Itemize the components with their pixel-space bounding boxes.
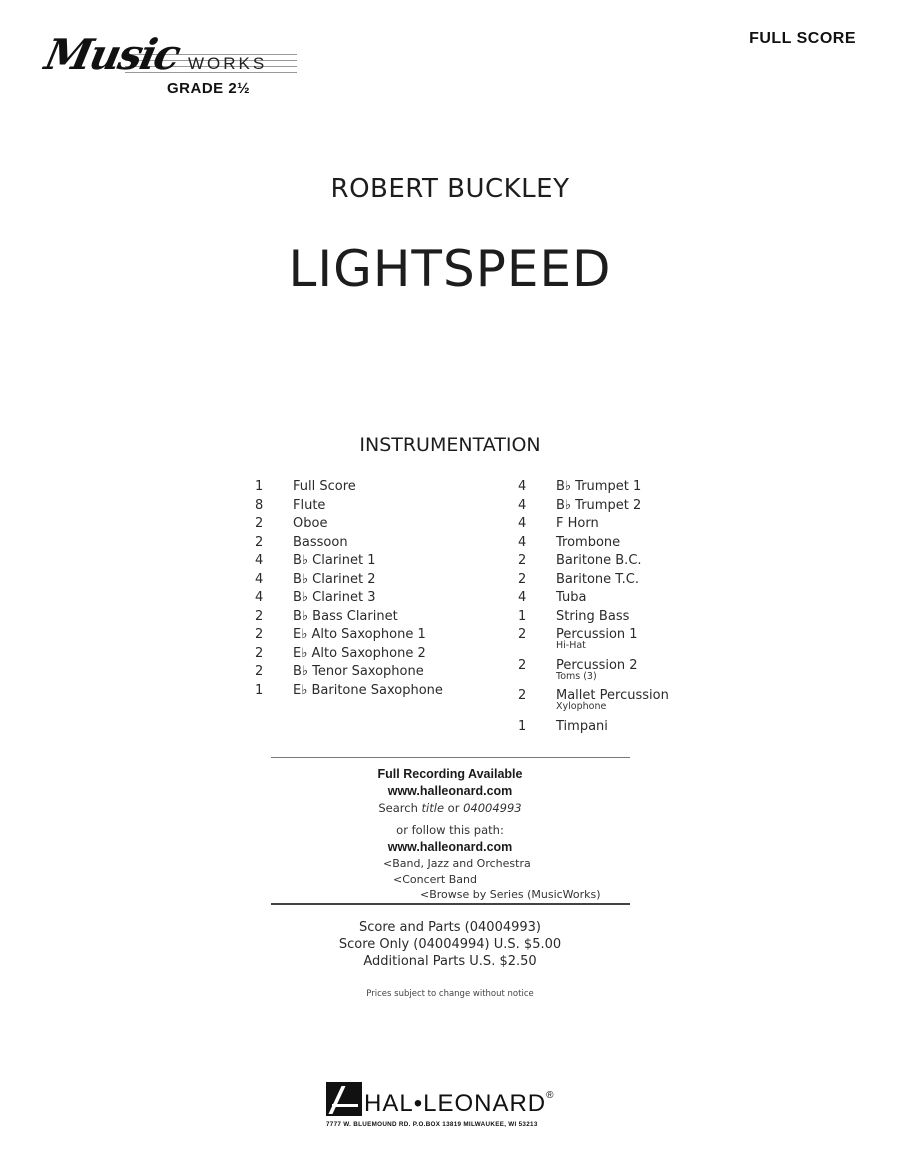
instrument-quantity: 2 xyxy=(518,627,527,642)
instrument-quantity: 4 xyxy=(255,571,264,587)
instrument-quantity: 1 xyxy=(255,479,264,494)
instrument-note: Toms (3) xyxy=(556,670,597,682)
instrument-quantity: 2 xyxy=(518,688,527,703)
instrument-quantity: 2 xyxy=(255,627,264,642)
logo-works-text: WORKS xyxy=(188,54,268,73)
grade-label: GRADE 2½ xyxy=(167,80,251,97)
divider xyxy=(271,903,630,905)
publisher-address: 7777 W. BLUEMOUND RD. P.O.BOX 13819 MILW… xyxy=(326,1121,538,1128)
instrument-name: B♭ Trumpet 2 xyxy=(556,497,642,513)
instrument-quantity: 2 xyxy=(255,645,264,661)
instrument-name: E♭ Baritone Saxophone xyxy=(293,682,443,698)
divider xyxy=(271,757,630,758)
publisher-logo: HAL•LEONARD® 7777 W. BLUEMOUND RD. P.O.B… xyxy=(326,1082,586,1132)
path-step: <Concert Band xyxy=(393,872,477,886)
price-disclaimer: Prices subject to change without notice xyxy=(366,989,534,999)
search-or: or xyxy=(444,801,464,815)
publisher-wordmark: HAL•LEONARD® xyxy=(364,1090,555,1118)
instrument-name: Full Score xyxy=(293,479,356,494)
registered-mark: ® xyxy=(546,1090,555,1101)
instrument-quantity: 2 xyxy=(255,516,264,531)
follow-path-label: or follow this path: xyxy=(396,823,504,837)
search-title-term: title xyxy=(421,801,445,815)
instrument-quantity: 4 xyxy=(255,553,264,568)
instrument-quantity: 4 xyxy=(518,497,527,513)
instrument-name: String Bass xyxy=(556,608,630,624)
instrument-name: Bassoon xyxy=(293,534,348,550)
instrument-quantity: 2 xyxy=(255,664,264,679)
price-line: Additional Parts U.S. $2.50 xyxy=(363,954,537,969)
instrument-quantity: 4 xyxy=(518,590,527,605)
instrument-name: Baritone T.C. xyxy=(556,571,640,587)
instrument-name: B♭ Clarinet 2 xyxy=(293,571,376,587)
instrument-quantity: 2 xyxy=(518,657,527,673)
search-hint: Search title or 04004993 xyxy=(0,800,900,817)
instrument-name: Tuba xyxy=(556,590,587,605)
path-step: <Band, Jazz and Orchestra xyxy=(383,857,531,870)
price-line: Score and Parts (04004993) xyxy=(358,920,541,935)
instrument-quantity: 4 xyxy=(255,590,264,605)
pricing-block: Score and Parts (04004993) Score Only (0… xyxy=(0,919,900,970)
instrument-note: Xylophone xyxy=(556,701,607,712)
instrument-name: Flute xyxy=(293,497,326,513)
instrument-name: Baritone B.C. xyxy=(556,553,642,568)
instrument-quantity: 4 xyxy=(518,516,527,531)
instrument-quantity: 1 xyxy=(255,682,264,698)
instrument-quantity: 4 xyxy=(518,479,527,494)
musicworks-logo: Music WORKS GRADE 2½ xyxy=(40,28,297,108)
publisher-name: HAL•LEONARD xyxy=(364,1090,547,1117)
hal-leonard-mark-icon xyxy=(326,1082,362,1116)
instrument-name: B♭ Clarinet 3 xyxy=(293,590,376,605)
score-type-label: FULL SCORE xyxy=(749,30,856,47)
instrument-name: B♭ Trumpet 1 xyxy=(556,479,642,494)
instrument-name: E♭ Alto Saxophone 1 xyxy=(293,627,426,642)
mark-slash xyxy=(328,1086,346,1114)
search-prefix: Search xyxy=(378,801,422,815)
logo-script-text: Music xyxy=(40,30,184,79)
instrument-quantity: 2 xyxy=(255,534,264,550)
path-url-link[interactable]: www.halleonard.com xyxy=(0,839,900,856)
instrument-quantity: 1 xyxy=(518,718,527,734)
instrument-quantity: 2 xyxy=(518,553,527,568)
piece-title: LIGHTSPEED xyxy=(288,240,612,298)
recording-info: Full Recording Available www.halleonard.… xyxy=(0,766,900,903)
instrument-name: Oboe xyxy=(293,516,328,531)
recording-heading: Full Recording Available xyxy=(377,767,523,781)
instrument-name: Trombone xyxy=(556,534,621,550)
instrument-note: Hi-Hat xyxy=(556,640,586,651)
recording-url-link[interactable]: www.halleonard.com xyxy=(0,783,900,800)
mark-bar xyxy=(332,1104,358,1107)
instrument-name: E♭ Alto Saxophone 2 xyxy=(293,645,426,661)
instrument-name: Timpani xyxy=(556,718,608,734)
instrument-quantity: 1 xyxy=(518,608,527,624)
instrument-name: B♭ Bass Clarinet xyxy=(293,608,398,624)
instrument-quantity: 2 xyxy=(255,608,264,624)
instrument-name: B♭ Clarinet 1 xyxy=(293,553,376,568)
search-code: 04004993 xyxy=(463,801,522,815)
instrumentation-heading: INSTRUMENTATION xyxy=(359,434,541,456)
instrument-name: F Horn xyxy=(556,516,599,531)
instrument-name: B♭ Tenor Saxophone xyxy=(293,664,424,679)
instrument-quantity: 4 xyxy=(518,534,527,550)
instrument-quantity: 8 xyxy=(255,497,264,513)
composer-name: ROBERT BUCKLEY xyxy=(330,174,570,204)
path-step: <Browse by Series (MusicWorks) xyxy=(420,888,601,901)
instrument-quantity: 2 xyxy=(518,571,527,587)
price-line: Score Only (04004994) U.S. $5.00 xyxy=(338,937,562,952)
